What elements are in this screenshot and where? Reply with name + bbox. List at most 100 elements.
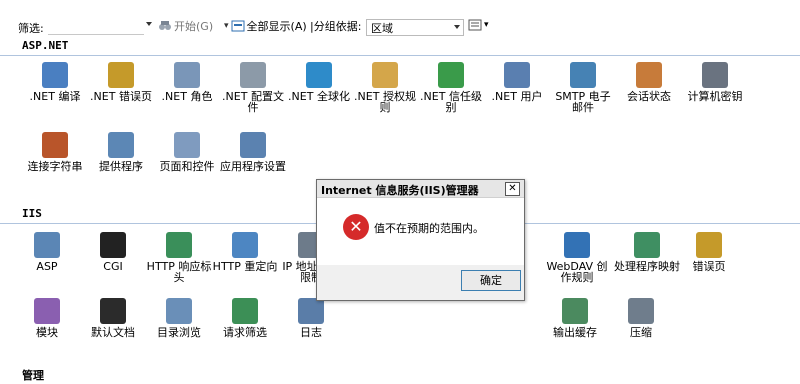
default-doc-feature[interactable]: 默认文档 <box>80 298 146 338</box>
globe-feature[interactable]: .NET 全球化 <box>286 62 352 102</box>
connection-feature[interactable]: 连接字符串 <box>22 132 88 172</box>
redirect-feature[interactable]: HTTP 重定向 <box>212 232 278 272</box>
feature-label: 日志 <box>300 326 322 339</box>
error-page-feature[interactable]: 错误页 <box>676 232 742 272</box>
dialog-title: Internet 信息服务(IIS)管理器 <box>321 184 479 197</box>
show-all-button[interactable]: ▾ 全部显示(A) <box>224 17 307 34</box>
page-feature[interactable]: 页面和控件 <box>154 132 220 172</box>
binoculars-icon <box>159 20 171 30</box>
directory-icon <box>166 298 192 324</box>
feature-label: 默认文档 <box>91 326 135 339</box>
session-icon <box>636 62 662 88</box>
error-icon: ✕ <box>343 214 369 240</box>
download-feature[interactable]: .NET 编译 <box>22 62 88 102</box>
roles-icon <box>174 62 200 88</box>
view-icon <box>468 19 482 31</box>
error-404-feature[interactable]: .NET 错误页 <box>88 62 154 102</box>
lock-icon <box>372 62 398 88</box>
webdav-icon <box>564 232 590 258</box>
show-all-icon <box>231 20 245 31</box>
feature-label: .NET 错误页 <box>90 90 152 103</box>
section-title: IIS <box>22 207 42 220</box>
headers-icon <box>166 232 192 258</box>
error-dialog: Internet 信息服务(IIS)管理器 ✕ ✕ 值不在预期的范围内。 确定 <box>316 179 525 301</box>
feature-label: 错误页 <box>692 260 726 273</box>
asp-feature[interactable]: ASP <box>14 232 80 272</box>
users-icon <box>504 62 530 88</box>
redirect-icon <box>232 232 258 258</box>
filter-dropdown-icon[interactable] <box>146 22 152 26</box>
headers-feature[interactable]: HTTP 响应标头 <box>146 232 212 283</box>
feature-label: HTTP 响应标头 <box>146 260 212 284</box>
section-divider <box>0 55 800 56</box>
roles-feature[interactable]: .NET 角色 <box>154 62 220 102</box>
cgi-feature[interactable]: CGI <box>80 232 146 272</box>
dropdown-arrow-icon: ▾ <box>224 20 229 31</box>
session-feature[interactable]: 会话状态 <box>616 62 682 102</box>
show-all-label: 全部显示(A) <box>246 19 307 33</box>
feature-label: 计算机密钥 <box>687 90 743 103</box>
webdav-feature[interactable]: WebDAV 创作规则 <box>544 232 610 283</box>
asp-icon <box>34 232 60 258</box>
connection-icon <box>42 132 68 158</box>
feature-label: 压缩 <box>630 326 652 339</box>
feature-label: 请求筛选 <box>223 326 267 339</box>
feature-label: SMTP 电子邮件 <box>555 90 611 114</box>
group-by-value: 区域 <box>371 22 393 35</box>
group-by-select[interactable]: 区域 <box>366 19 464 36</box>
section-title: ASP.NET <box>22 39 69 52</box>
settings-icon <box>240 132 266 158</box>
feature-label: 会话状态 <box>627 90 671 103</box>
trust-icon <box>438 62 464 88</box>
view-dropdown-icon: ▾ <box>484 20 489 30</box>
feature-label: 输出缓存 <box>553 326 597 339</box>
view-button[interactable]: ▾ <box>468 19 489 31</box>
modules-feature[interactable]: 模块 <box>14 298 80 338</box>
feature-label: .NET 全球化 <box>288 90 350 103</box>
feature-label: 应用程序设置 <box>220 160 286 173</box>
directory-feature[interactable]: 目录浏览 <box>146 298 212 338</box>
filter-icon <box>232 298 258 324</box>
cache-feature[interactable]: 输出缓存 <box>542 298 608 338</box>
feature-label: 处理程序映射 <box>614 260 680 273</box>
feature-label: .NET 编译 <box>29 90 81 103</box>
log-feature[interactable]: 日志 <box>278 298 344 338</box>
start-button[interactable]: 开始(G) <box>158 17 213 34</box>
filter-label: 筛选: <box>18 22 44 35</box>
handler-feature[interactable]: 处理程序映射 <box>614 232 680 272</box>
provider-feature[interactable]: 提供程序 <box>88 132 154 172</box>
dialog-titlebar: Internet 信息服务(IIS)管理器 ✕ <box>317 180 524 198</box>
feature-label: CGI <box>103 260 123 273</box>
chevron-down-icon <box>454 25 460 29</box>
dialog-message: 值不在预期的范围内。 <box>374 222 484 235</box>
feature-label: 连接字符串 <box>27 160 83 173</box>
compress-feature[interactable]: 压缩 <box>608 298 674 338</box>
section-title: 管理 <box>22 369 44 382</box>
compress-icon <box>628 298 654 324</box>
feature-label: .NET 授权规则 <box>354 90 416 114</box>
settings-feature[interactable]: 应用程序设置 <box>220 132 286 172</box>
feature-label: HTTP 重定向 <box>212 260 278 273</box>
close-icon[interactable]: ✕ <box>505 182 520 196</box>
email-feature[interactable]: SMTP 电子邮件 <box>550 62 616 113</box>
section-management: 管理 <box>0 366 800 384</box>
log-icon <box>298 298 324 324</box>
page-icon <box>174 132 200 158</box>
email-icon <box>570 62 596 88</box>
lock-feature[interactable]: .NET 授权规则 <box>352 62 418 113</box>
feature-label: .NET 配置文件 <box>222 90 284 114</box>
key-feature[interactable]: 计算机密钥 <box>682 62 748 102</box>
profile-feature[interactable]: .NET 配置文件 <box>220 62 286 113</box>
cache-icon <box>562 298 588 324</box>
feature-label: .NET 信任级别 <box>420 90 482 114</box>
toolbar: 筛选: 开始(G) ▾ 全部显示(A) |分组依据: 区域 ▾ <box>0 0 800 38</box>
trust-feature[interactable]: .NET 信任级别 <box>418 62 484 113</box>
globe-icon <box>306 62 332 88</box>
ok-button[interactable]: 确定 <box>461 270 521 291</box>
filter-feature[interactable]: 请求筛选 <box>212 298 278 338</box>
profile-icon <box>240 62 266 88</box>
download-icon <box>42 62 68 88</box>
feature-label: 提供程序 <box>99 160 143 173</box>
users-feature[interactable]: .NET 用户 <box>484 62 550 102</box>
filter-input[interactable] <box>48 19 144 35</box>
